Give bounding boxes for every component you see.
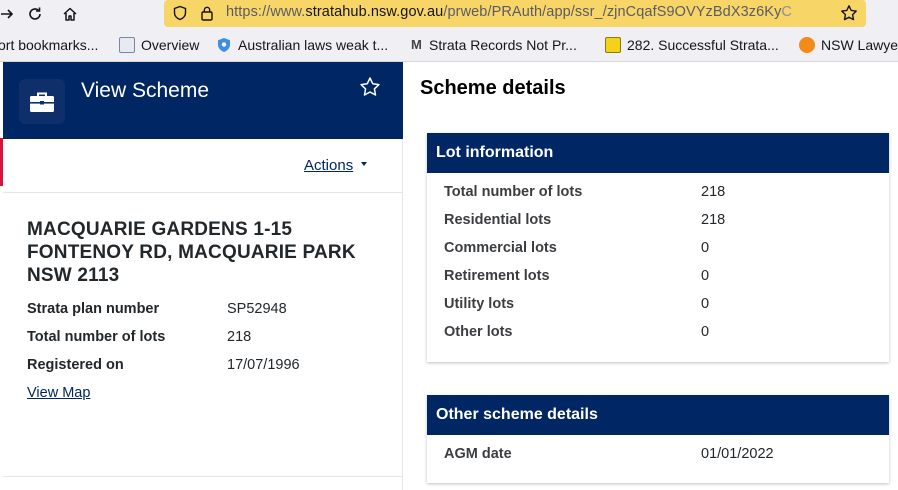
row-label: Commercial lots xyxy=(444,240,557,256)
row-value: 01/01/2022 xyxy=(701,446,774,462)
bookmark-star-icon[interactable] xyxy=(840,4,858,27)
bookmark-label: Australian laws weak t... xyxy=(238,37,389,53)
chevron-down-icon[interactable] xyxy=(361,162,367,166)
shield-icon[interactable] xyxy=(172,5,188,26)
field-label: Strata plan number xyxy=(27,301,160,317)
view-map-link[interactable]: View Map xyxy=(27,385,90,401)
row-value: 0 xyxy=(701,240,710,256)
bookmark-label: ort bookmarks... xyxy=(0,37,99,53)
actions-menu-button[interactable]: Actions xyxy=(304,157,353,174)
row-label: Residential lots xyxy=(444,212,552,228)
row-label: Total number of lots xyxy=(444,184,583,200)
lock-icon[interactable] xyxy=(200,5,214,26)
row-value: 218 xyxy=(701,212,726,228)
bookmark-item-strata-records[interactable]: M Strata Records Not Pr... xyxy=(411,37,577,53)
table-row: Other lots 0 xyxy=(427,318,889,346)
registered-on-value: 17/07/1996 xyxy=(227,357,300,373)
favourite-star-icon[interactable] xyxy=(359,76,383,100)
shield-favicon-icon xyxy=(216,37,232,53)
lot-information-card: Lot information Total number of lots 218 … xyxy=(427,133,889,362)
row-value: 218 xyxy=(701,184,726,200)
divider xyxy=(3,192,403,193)
url-bar[interactable]: https://www.stratahub.nsw.gov.au/prweb/P… xyxy=(164,0,866,27)
row-label: AGM date xyxy=(444,446,512,462)
strata-plan-number: SP52948 xyxy=(227,301,287,317)
bookmark-item-australian-laws[interactable]: Australian laws weak t... xyxy=(216,37,388,53)
home-icon[interactable] xyxy=(57,1,83,27)
table-row: AGM date 01/01/2022 xyxy=(427,440,889,468)
table-row: Retirement lots 0 xyxy=(427,262,889,290)
url-text[interactable]: https://www.stratahub.nsw.gov.au/prweb/P… xyxy=(226,4,836,20)
row-value: 0 xyxy=(701,268,710,284)
table-row: Total number of lots 218 xyxy=(427,178,889,206)
field-label: Registered on xyxy=(27,357,124,373)
bookmark-item-overview[interactable]: Overview xyxy=(119,37,199,53)
forward-arrow-icon[interactable] xyxy=(0,1,20,27)
table-row: Utility lots 0 xyxy=(427,290,889,318)
row-label: Other lots xyxy=(444,324,513,340)
table-row: Commercial lots 0 xyxy=(427,234,889,262)
row-value: 0 xyxy=(701,324,710,340)
bookmark-label: Strata Records Not Pr... xyxy=(429,37,577,53)
briefcase-icon xyxy=(19,79,65,124)
card-heading: Other scheme details xyxy=(427,395,889,435)
divider xyxy=(3,476,403,477)
bookmark-label: Overview xyxy=(141,37,200,53)
reload-icon[interactable] xyxy=(22,1,48,27)
browser-toolbar: https://www.stratahub.nsw.gov.au/prweb/P… xyxy=(0,0,898,28)
row-value: 0 xyxy=(701,296,710,312)
scheme-address: MACQUARIE GARDENS 1-15 FONTENOY RD, MACQ… xyxy=(27,219,356,286)
other-scheme-details-card: Other scheme details AGM date 01/01/2022 xyxy=(427,395,889,483)
bookmarks-bar: ort bookmarks... Overview Australian law… xyxy=(0,28,898,62)
bookmark-label: NSW Lawye xyxy=(821,37,898,53)
row-label: Utility lots xyxy=(444,296,515,312)
panel-header: View Scheme xyxy=(3,62,403,139)
bookmark-item-successful-strata[interactable]: 282. Successful Strata... xyxy=(605,37,779,53)
lawyer-icon xyxy=(799,37,815,53)
gmail-icon: M xyxy=(411,37,422,52)
page-title: Scheme details xyxy=(420,77,566,99)
bookmark-item-other[interactable]: ort bookmarks... xyxy=(0,37,98,53)
panel-title: View Scheme xyxy=(81,79,210,102)
bookmark-label: 282. Successful Strata... xyxy=(627,37,779,53)
field-label: Total number of lots xyxy=(27,329,166,345)
row-label: Retirement lots xyxy=(444,268,550,284)
podcast-icon xyxy=(605,37,621,53)
site-favicon xyxy=(119,37,135,53)
scheme-panel: View Scheme Actions MACQUARIE GARDENS 1-… xyxy=(3,62,403,490)
bookmark-item-nsw-lawyer[interactable]: NSW Lawye xyxy=(799,37,898,53)
table-row: Residential lots 218 xyxy=(427,206,889,234)
card-heading: Lot information xyxy=(427,133,889,173)
page-content: View Scheme Actions MACQUARIE GARDENS 1-… xyxy=(0,62,898,490)
total-lots-value: 218 xyxy=(227,329,252,345)
